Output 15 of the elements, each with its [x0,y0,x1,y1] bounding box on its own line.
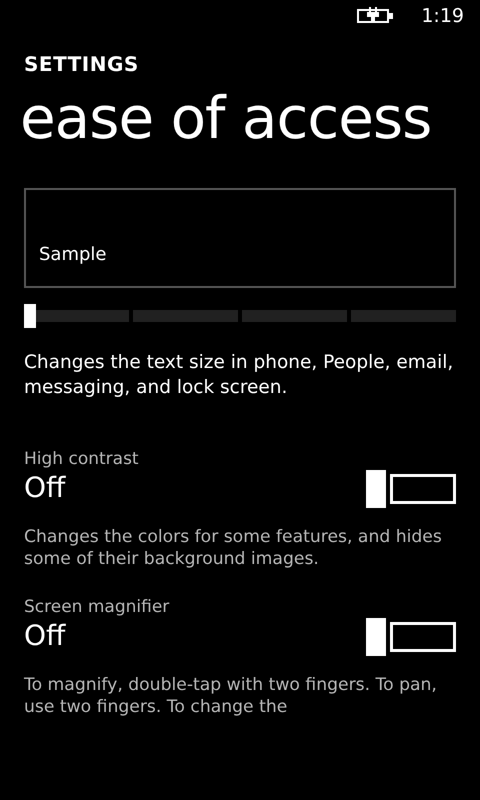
setting-value: Off [24,470,66,506]
setting-description: To magnify, double-tap with two fingers. To pan, use two fingers. To change the [24,674,438,718]
app-name: SETTINGS [24,52,140,76]
setting-label: High contrast [24,448,140,470]
text-size-description: Changes the text size in phone, People, email, messaging, and lock screen. [24,351,454,400]
text-sample-preview: Sample [24,188,456,288]
toggle-switch[interactable] [366,470,456,506]
page-title: ease of access [20,83,432,154]
setting-description: Changes the colors for some features, and hides some of their background images. [24,526,443,570]
setting-label: Screen magnifier [24,596,170,618]
clock-time: 1:19 [421,4,464,29]
slider-thumb[interactable] [24,304,36,328]
toggle-switch[interactable] [366,618,456,654]
text-size-slider[interactable] [24,304,456,328]
setting-value: Off [24,618,66,654]
